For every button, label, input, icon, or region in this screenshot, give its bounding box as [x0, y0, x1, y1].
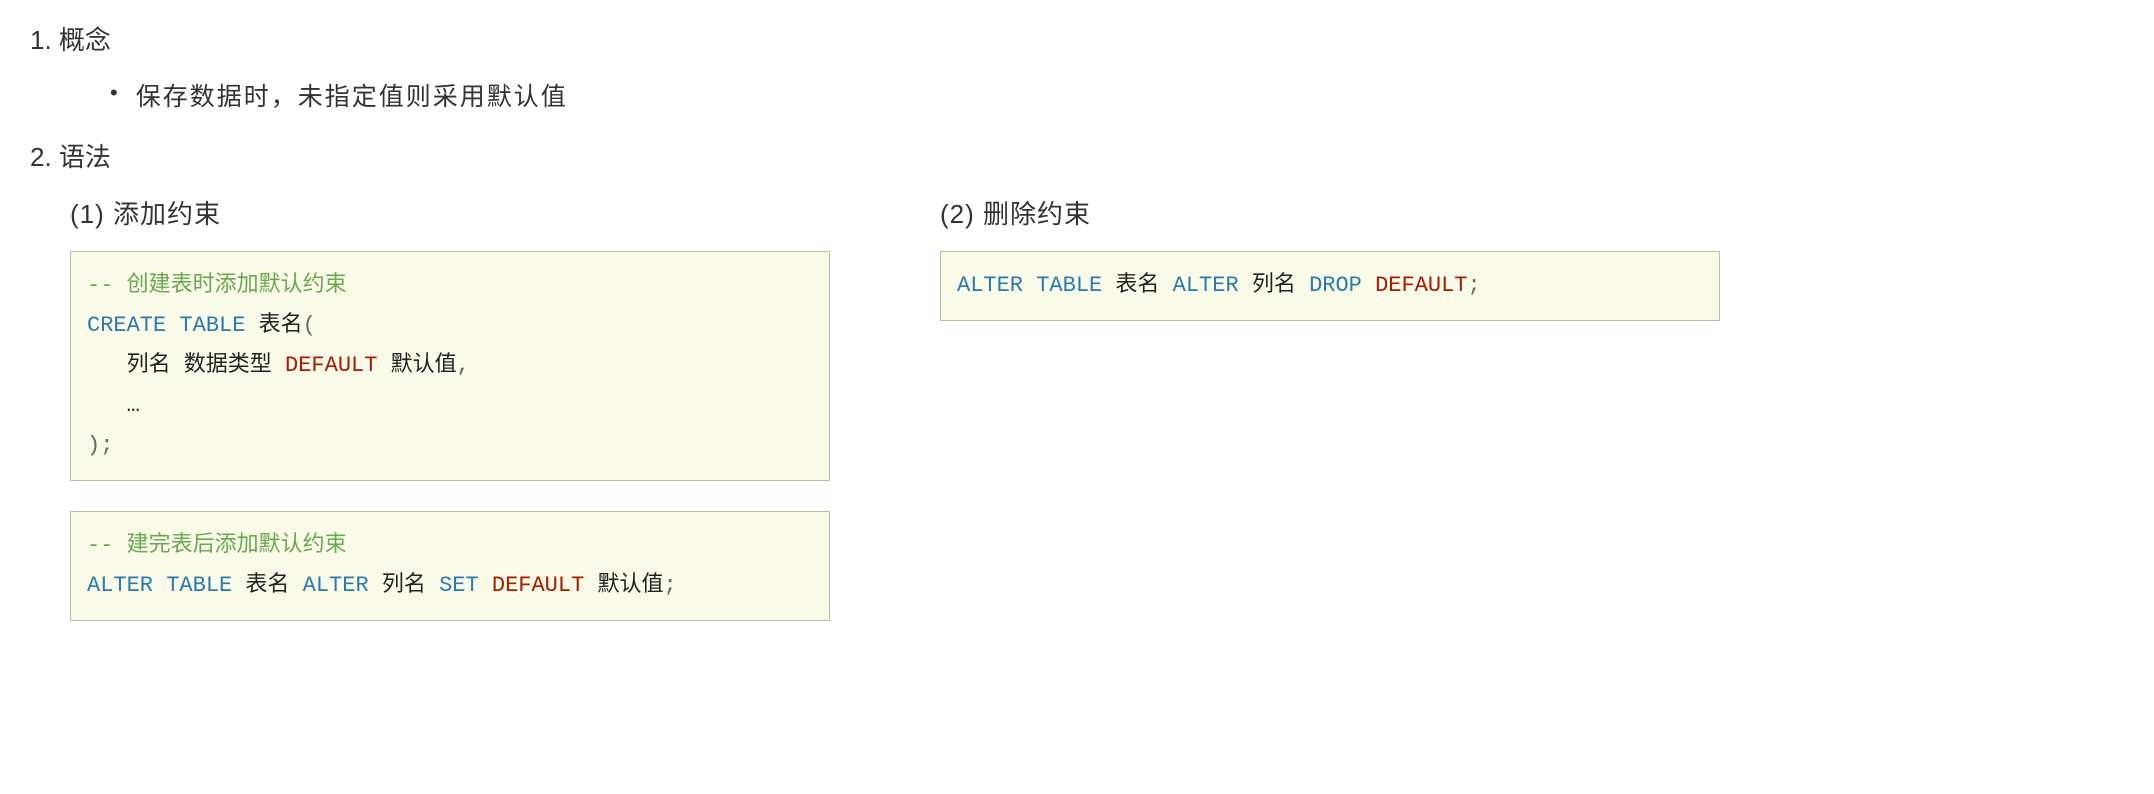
code-comment-2: -- 建完表后添加默认约束: [87, 533, 347, 558]
tok-semicolon: ;: [1468, 273, 1481, 298]
tok-set: SET: [439, 573, 479, 598]
tok-tablename: 表名: [245, 313, 302, 338]
concept-bullet-item: • 保存数据时，未指定值则采用默认值: [110, 77, 2124, 113]
tok-alter: ALTER: [87, 573, 153, 598]
code-block-create-table: -- 创建表时添加默认约束 CREATE TABLE 表名( 列名 数据类型 D…: [70, 251, 830, 481]
section-2-title: 语法: [59, 142, 111, 172]
section-1-heading: 1. 概念: [30, 20, 2124, 57]
tok-defaultval: 默认值: [377, 353, 456, 378]
tok-drop: DROP: [1309, 273, 1362, 298]
tok-semicolon: ;: [100, 433, 113, 458]
tok-default: DEFAULT: [285, 353, 377, 378]
tok-create: CREATE: [87, 313, 166, 338]
tok-coldef-prefix: 列名 数据类型: [87, 353, 285, 378]
code-block-alter-drop: ALTER TABLE 表名 ALTER 列名 DROP DEFAULT;: [940, 251, 1720, 321]
tok-default: DEFAULT: [492, 573, 584, 598]
tok-semicolon: ;: [664, 573, 677, 598]
tok-paren-open: (: [303, 313, 316, 338]
tok-defaultval: 默认值: [584, 573, 663, 598]
code-comment: -- 创建表时添加默认约束: [87, 273, 347, 298]
concept-bullet-list: • 保存数据时，未指定值则采用默认值: [110, 77, 2124, 113]
remove-constraint-heading: (2) 删除约束: [940, 194, 1720, 231]
syntax-columns: (1) 添加约束 -- 创建表时添加默认约束 CREATE TABLE 表名( …: [70, 194, 2124, 651]
tok-paren-close: ): [87, 433, 100, 458]
tok-table: TABLE: [179, 313, 245, 338]
section-2-num: 2.: [30, 142, 52, 172]
left-column: (1) 添加约束 -- 创建表时添加默认约束 CREATE TABLE 表名( …: [70, 194, 850, 651]
tok-colname: 列名: [1239, 273, 1309, 298]
tok-default: DEFAULT: [1375, 273, 1467, 298]
tok-alter-2: ALTER: [303, 573, 369, 598]
tok-alter-2: ALTER: [1173, 273, 1239, 298]
tok-alter: ALTER: [957, 273, 1023, 298]
section-1-num: 1.: [30, 25, 52, 55]
add-constraint-heading: (1) 添加约束: [70, 194, 850, 231]
right-column: (2) 删除约束 ALTER TABLE 表名 ALTER 列名 DROP DE…: [940, 194, 1720, 351]
section-2-heading: 2. 语法: [30, 137, 2124, 174]
tok-comma: ,: [457, 353, 470, 378]
code-block-alter-add: -- 建完表后添加默认约束 ALTER TABLE 表名 ALTER 列名 SE…: [70, 511, 830, 621]
tok-table: TABLE: [166, 573, 232, 598]
tok-table: TABLE: [1036, 273, 1102, 298]
tok-ellipsis: …: [87, 393, 140, 418]
tok-tablename: 表名: [1102, 273, 1172, 298]
tok-colname: 列名: [369, 573, 439, 598]
section-1-title: 概念: [59, 25, 111, 55]
bullet-dot-icon: •: [110, 77, 118, 109]
concept-bullet-text: 保存数据时，未指定值则采用默认值: [136, 77, 568, 113]
tok-tablename: 表名: [232, 573, 302, 598]
